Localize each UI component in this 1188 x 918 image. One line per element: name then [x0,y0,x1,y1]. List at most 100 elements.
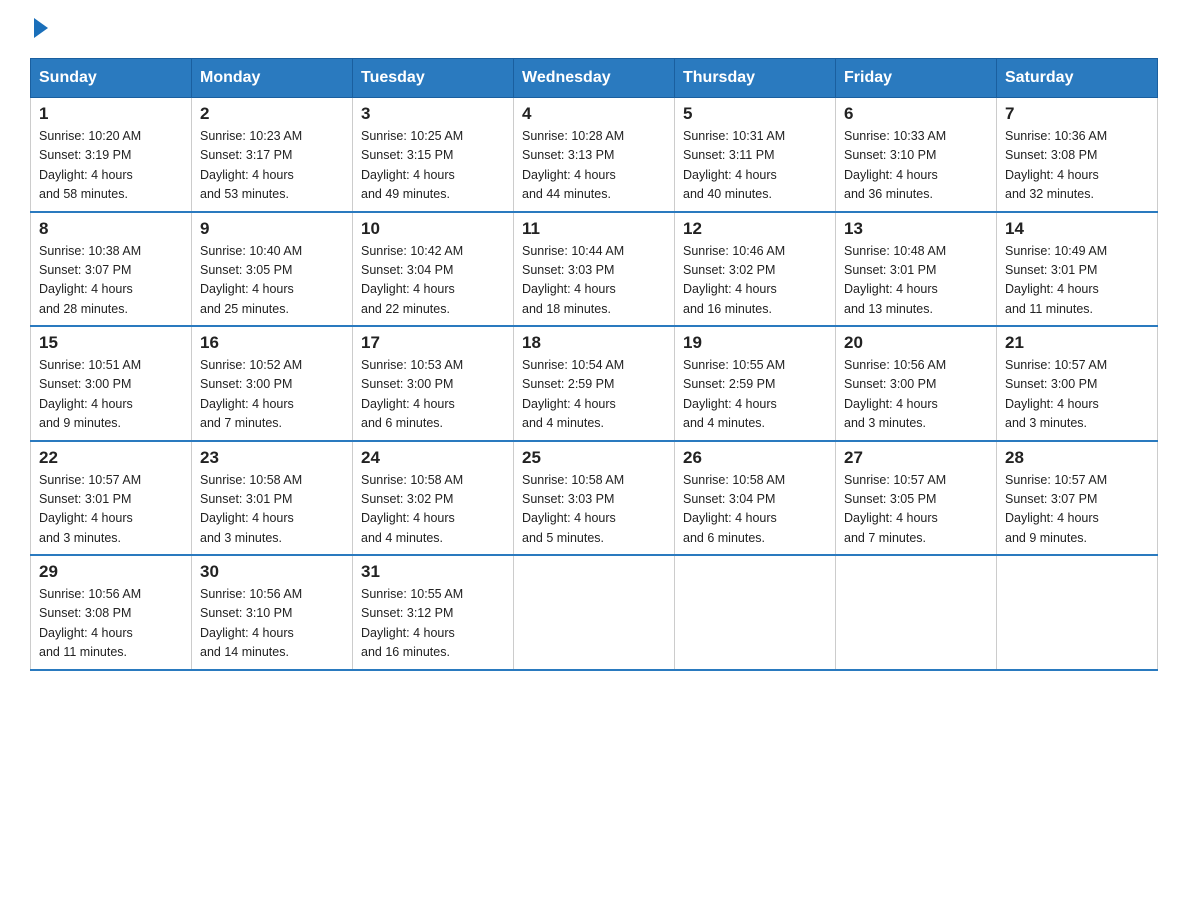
day-info: Sunrise: 10:57 AMSunset: 3:01 PMDaylight… [39,471,183,549]
calendar-cell: 24 Sunrise: 10:58 AMSunset: 3:02 PMDaylig… [353,441,514,556]
day-number: 16 [200,333,344,353]
day-number: 7 [1005,104,1149,124]
day-info: Sunrise: 10:57 AMSunset: 3:07 PMDaylight… [1005,471,1149,549]
day-number: 3 [361,104,505,124]
calendar-cell: 20 Sunrise: 10:56 AMSunset: 3:00 PMDaylig… [836,326,997,441]
weekday-header-saturday: Saturday [997,59,1158,98]
day-number: 20 [844,333,988,353]
day-info: Sunrise: 10:25 AMSunset: 3:15 PMDaylight… [361,127,505,205]
calendar-cell: 31 Sunrise: 10:55 AMSunset: 3:12 PMDaylig… [353,555,514,670]
logo-triangle-icon [34,18,48,38]
day-number: 21 [1005,333,1149,353]
day-info: Sunrise: 10:49 AMSunset: 3:01 PMDaylight… [1005,242,1149,320]
day-info: Sunrise: 10:53 AMSunset: 3:00 PMDaylight… [361,356,505,434]
weekday-header-row: SundayMondayTuesdayWednesdayThursdayFrid… [31,59,1158,98]
day-info: Sunrise: 10:31 AMSunset: 3:11 PMDaylight… [683,127,827,205]
day-number: 30 [200,562,344,582]
day-number: 26 [683,448,827,468]
day-info: Sunrise: 10:33 AMSunset: 3:10 PMDaylight… [844,127,988,205]
day-info: Sunrise: 10:57 AMSunset: 3:00 PMDaylight… [1005,356,1149,434]
calendar-cell: 6 Sunrise: 10:33 AMSunset: 3:10 PMDayligh… [836,98,997,212]
day-number: 29 [39,562,183,582]
day-info: Sunrise: 10:58 AMSunset: 3:04 PMDaylight… [683,471,827,549]
weekday-header-wednesday: Wednesday [514,59,675,98]
calendar-cell: 1Sunrise: 10:20 AMSunset: 3:19 PMDayligh… [31,98,192,212]
day-number: 15 [39,333,183,353]
day-number: 8 [39,219,183,239]
day-number: 23 [200,448,344,468]
day-number: 1 [39,104,183,124]
day-info: Sunrise: 10:56 AMSunset: 3:08 PMDaylight… [39,585,183,663]
calendar-cell: 10 Sunrise: 10:42 AMSunset: 3:04 PMDaylig… [353,212,514,327]
calendar-table: SundayMondayTuesdayWednesdayThursdayFrid… [30,58,1158,671]
day-info: Sunrise: 10:40 AMSunset: 3:05 PMDaylight… [200,242,344,320]
calendar-cell: 15 Sunrise: 10:51 AMSunset: 3:00 PMDaylig… [31,326,192,441]
calendar-cell: 30 Sunrise: 10:56 AMSunset: 3:10 PMDaylig… [192,555,353,670]
calendar-week-2: 8Sunrise: 10:38 AMSunset: 3:07 PMDayligh… [31,212,1158,327]
day-number: 14 [1005,219,1149,239]
calendar-week-5: 29 Sunrise: 10:56 AMSunset: 3:08 PMDaylig… [31,555,1158,670]
day-info: Sunrise: 10:28 AMSunset: 3:13 PMDaylight… [522,127,666,205]
day-number: 12 [683,219,827,239]
calendar-cell: 18 Sunrise: 10:54 AMSunset: 2:59 PMDaylig… [514,326,675,441]
calendar-week-3: 15 Sunrise: 10:51 AMSunset: 3:00 PMDaylig… [31,326,1158,441]
day-number: 24 [361,448,505,468]
day-number: 25 [522,448,666,468]
day-number: 28 [1005,448,1149,468]
day-info: Sunrise: 10:46 AMSunset: 3:02 PMDaylight… [683,242,827,320]
calendar-cell: 12 Sunrise: 10:46 AMSunset: 3:02 PMDaylig… [675,212,836,327]
day-info: Sunrise: 10:58 AMSunset: 3:01 PMDaylight… [200,471,344,549]
day-info: Sunrise: 10:44 AMSunset: 3:03 PMDaylight… [522,242,666,320]
day-info: Sunrise: 10:55 AMSunset: 3:12 PMDaylight… [361,585,505,663]
weekday-header-friday: Friday [836,59,997,98]
weekday-header-thursday: Thursday [675,59,836,98]
day-number: 17 [361,333,505,353]
day-info: Sunrise: 10:54 AMSunset: 2:59 PMDaylight… [522,356,666,434]
day-info: Sunrise: 10:56 AMSunset: 3:10 PMDaylight… [200,585,344,663]
day-number: 9 [200,219,344,239]
day-number: 4 [522,104,666,124]
calendar-week-4: 22Sunrise: 10:57 AMSunset: 3:01 PMDaylig… [31,441,1158,556]
day-info: Sunrise: 10:58 AMSunset: 3:03 PMDaylight… [522,471,666,549]
day-info: Sunrise: 10:52 AMSunset: 3:00 PMDaylight… [200,356,344,434]
weekday-header-monday: Monday [192,59,353,98]
calendar-cell: 25 Sunrise: 10:58 AMSunset: 3:03 PMDaylig… [514,441,675,556]
day-info: Sunrise: 10:42 AMSunset: 3:04 PMDaylight… [361,242,505,320]
day-info: Sunrise: 10:48 AMSunset: 3:01 PMDaylight… [844,242,988,320]
day-number: 31 [361,562,505,582]
day-number: 6 [844,104,988,124]
calendar-cell: 28 Sunrise: 10:57 AMSunset: 3:07 PMDaylig… [997,441,1158,556]
calendar-cell: 2 Sunrise: 10:23 AMSunset: 3:17 PMDayligh… [192,98,353,212]
calendar-cell: 5 Sunrise: 10:31 AMSunset: 3:11 PMDayligh… [675,98,836,212]
day-number: 18 [522,333,666,353]
calendar-cell: 8Sunrise: 10:38 AMSunset: 3:07 PMDayligh… [31,212,192,327]
calendar-cell: 13 Sunrise: 10:48 AMSunset: 3:01 PMDaylig… [836,212,997,327]
calendar-cell: 4 Sunrise: 10:28 AMSunset: 3:13 PMDayligh… [514,98,675,212]
day-number: 2 [200,104,344,124]
calendar-cell [514,555,675,670]
calendar-cell [675,555,836,670]
day-info: Sunrise: 10:51 AMSunset: 3:00 PMDaylight… [39,356,183,434]
calendar-cell: 29 Sunrise: 10:56 AMSunset: 3:08 PMDaylig… [31,555,192,670]
calendar-cell: 22Sunrise: 10:57 AMSunset: 3:01 PMDaylig… [31,441,192,556]
day-number: 19 [683,333,827,353]
calendar-cell: 16 Sunrise: 10:52 AMSunset: 3:00 PMDaylig… [192,326,353,441]
calendar-cell: 23 Sunrise: 10:58 AMSunset: 3:01 PMDaylig… [192,441,353,556]
calendar-cell: 27 Sunrise: 10:57 AMSunset: 3:05 PMDaylig… [836,441,997,556]
day-info: Sunrise: 10:58 AMSunset: 3:02 PMDaylight… [361,471,505,549]
calendar-cell: 7Sunrise: 10:36 AMSunset: 3:08 PMDayligh… [997,98,1158,212]
day-info: Sunrise: 10:23 AMSunset: 3:17 PMDaylight… [200,127,344,205]
day-number: 27 [844,448,988,468]
weekday-header-sunday: Sunday [31,59,192,98]
page-header [30,20,1158,38]
day-info: Sunrise: 10:57 AMSunset: 3:05 PMDaylight… [844,471,988,549]
day-number: 5 [683,104,827,124]
day-info: Sunrise: 10:56 AMSunset: 3:00 PMDaylight… [844,356,988,434]
day-number: 10 [361,219,505,239]
calendar-cell [836,555,997,670]
day-number: 13 [844,219,988,239]
calendar-cell [997,555,1158,670]
calendar-cell: 26 Sunrise: 10:58 AMSunset: 3:04 PMDaylig… [675,441,836,556]
calendar-cell: 14 Sunrise: 10:49 AMSunset: 3:01 PMDaylig… [997,212,1158,327]
calendar-cell: 11Sunrise: 10:44 AMSunset: 3:03 PMDaylig… [514,212,675,327]
